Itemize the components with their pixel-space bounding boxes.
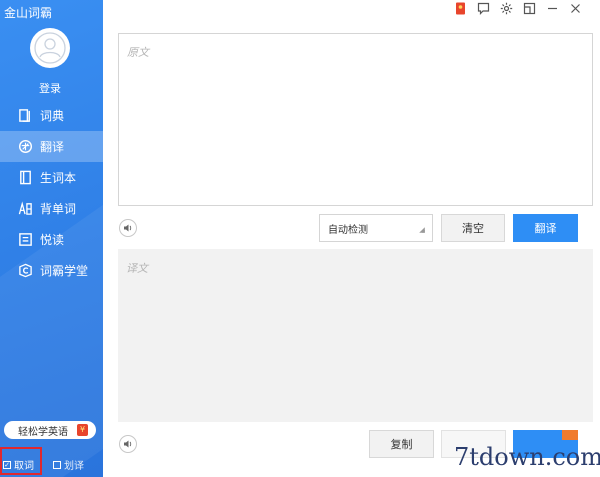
promo-label: 轻松学英语: [18, 426, 68, 438]
speaker-icon: [124, 440, 132, 448]
mini-mode-icon[interactable]: [523, 2, 536, 15]
gear-icon[interactable]: [500, 2, 513, 15]
sidebar-item-academy[interactable]: 词霸学堂: [0, 255, 103, 286]
select-translate-label: 划译: [64, 461, 84, 472]
speaker-icon: [124, 224, 132, 232]
sidebar-item-label: 悦读: [40, 233, 65, 247]
copy-button[interactable]: 复制: [369, 430, 434, 458]
sidebar-item-dictionary[interactable]: 词典: [0, 100, 103, 131]
translate-button[interactable]: 翻译: [513, 214, 578, 242]
promo-banner[interactable]: 轻松学英语 ¥: [4, 421, 96, 439]
avatar[interactable]: [30, 28, 70, 68]
translate-icon: [17, 139, 33, 155]
highlight-box: [0, 447, 42, 475]
feedback-icon[interactable]: [477, 2, 490, 15]
sidebar: 金山词霸 登录 词典 翻译 生词本 背单词 悦读 词霸学堂 轻松学英语 ¥ ✓ …: [0, 0, 103, 477]
close-icon[interactable]: [569, 2, 582, 15]
memorize-icon: [17, 201, 33, 217]
language-select[interactable]: 自动检测: [319, 214, 433, 242]
source-text-input[interactable]: [127, 44, 584, 195]
sidebar-item-reading[interactable]: 悦读: [0, 224, 103, 255]
clear-button[interactable]: 清空: [441, 214, 505, 242]
sidebar-item-wordbook[interactable]: 生词本: [0, 162, 103, 193]
source-speaker-button[interactable]: [119, 219, 137, 237]
watermark: 7tdown.com: [454, 443, 600, 471]
red-envelope-icon[interactable]: [454, 2, 467, 15]
app-title: 金山词霸: [4, 6, 53, 20]
promo-corner-badge: [562, 430, 578, 440]
target-placeholder: 译文: [126, 262, 148, 275]
reading-icon: [17, 232, 33, 248]
sidebar-item-memorize[interactable]: 背单词: [0, 193, 103, 224]
sidebar-item-label: 词霸学堂: [40, 264, 89, 278]
window-controls: [454, 0, 582, 16]
sidebar-nav: 词典 翻译 生词本 背单词 悦读 词霸学堂: [0, 100, 103, 286]
login-link[interactable]: 登录: [0, 80, 100, 96]
sidebar-item-label: 背单词: [40, 202, 77, 216]
minimize-icon[interactable]: [546, 2, 559, 15]
source-text-panel: [118, 33, 593, 206]
target-speaker-button[interactable]: [119, 435, 137, 453]
checkbox-empty-icon: [53, 460, 61, 469]
academy-icon: [17, 263, 33, 279]
sidebar-item-translate[interactable]: 翻译: [0, 131, 103, 162]
select-translate-toggle[interactable]: 划译: [53, 457, 84, 472]
user-avatar-icon: [31, 29, 69, 67]
red-envelope-icon: ¥: [77, 424, 88, 436]
wordbook-icon: [17, 170, 33, 186]
language-selected-value: 自动检测: [328, 224, 368, 236]
sidebar-item-label: 翻译: [40, 140, 65, 154]
sidebar-item-label: 生词本: [40, 171, 77, 185]
sidebar-item-label: 词典: [40, 109, 65, 123]
target-text-panel: 译文: [118, 249, 593, 422]
dictionary-icon: [17, 108, 33, 124]
dropdown-arrow-icon: [419, 227, 425, 233]
